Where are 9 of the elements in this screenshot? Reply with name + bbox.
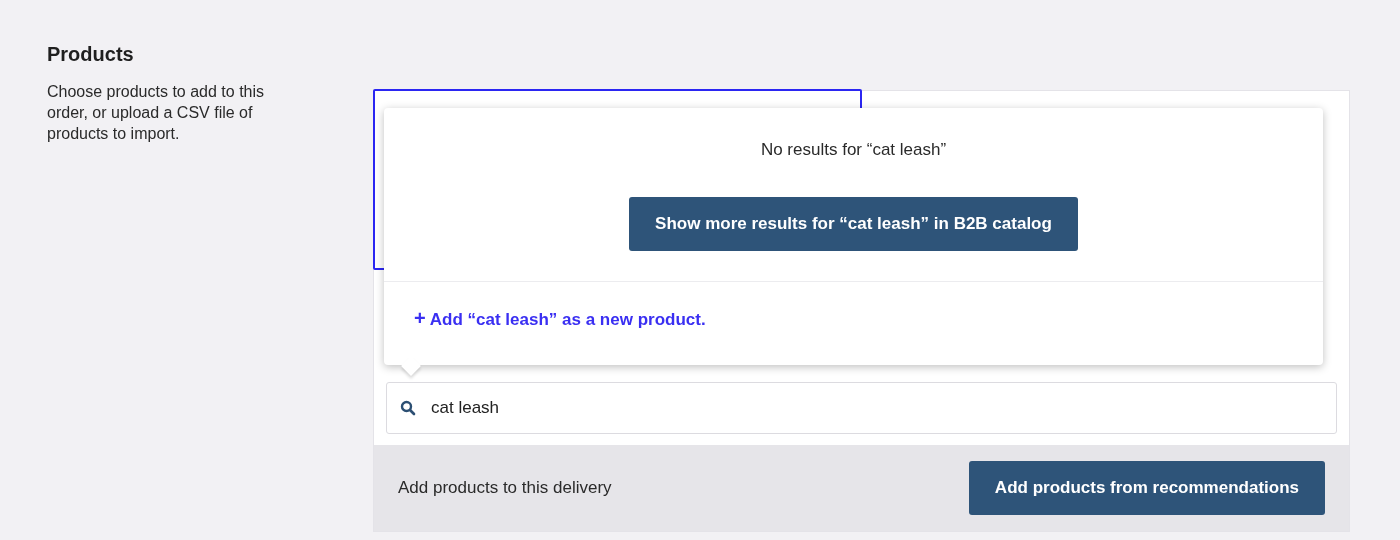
- show-more-button[interactable]: Show more results for “cat leash” in B2B catalog: [629, 197, 1078, 251]
- search-icon: [400, 400, 416, 416]
- add-product-link[interactable]: + Add “cat leash” as a new product.: [414, 310, 706, 329]
- search-field[interactable]: cat leash: [386, 382, 1337, 434]
- no-results-message: No results for “cat leash”: [759, 140, 948, 160]
- section-description: Choose products to add to this order, or upload a CSV file of products to import.: [47, 82, 266, 144]
- footer-label: Add products to this delivery: [398, 478, 612, 498]
- recommendations-button[interactable]: Add products from recommendations: [968, 461, 1325, 515]
- section-title: Products: [47, 43, 135, 66]
